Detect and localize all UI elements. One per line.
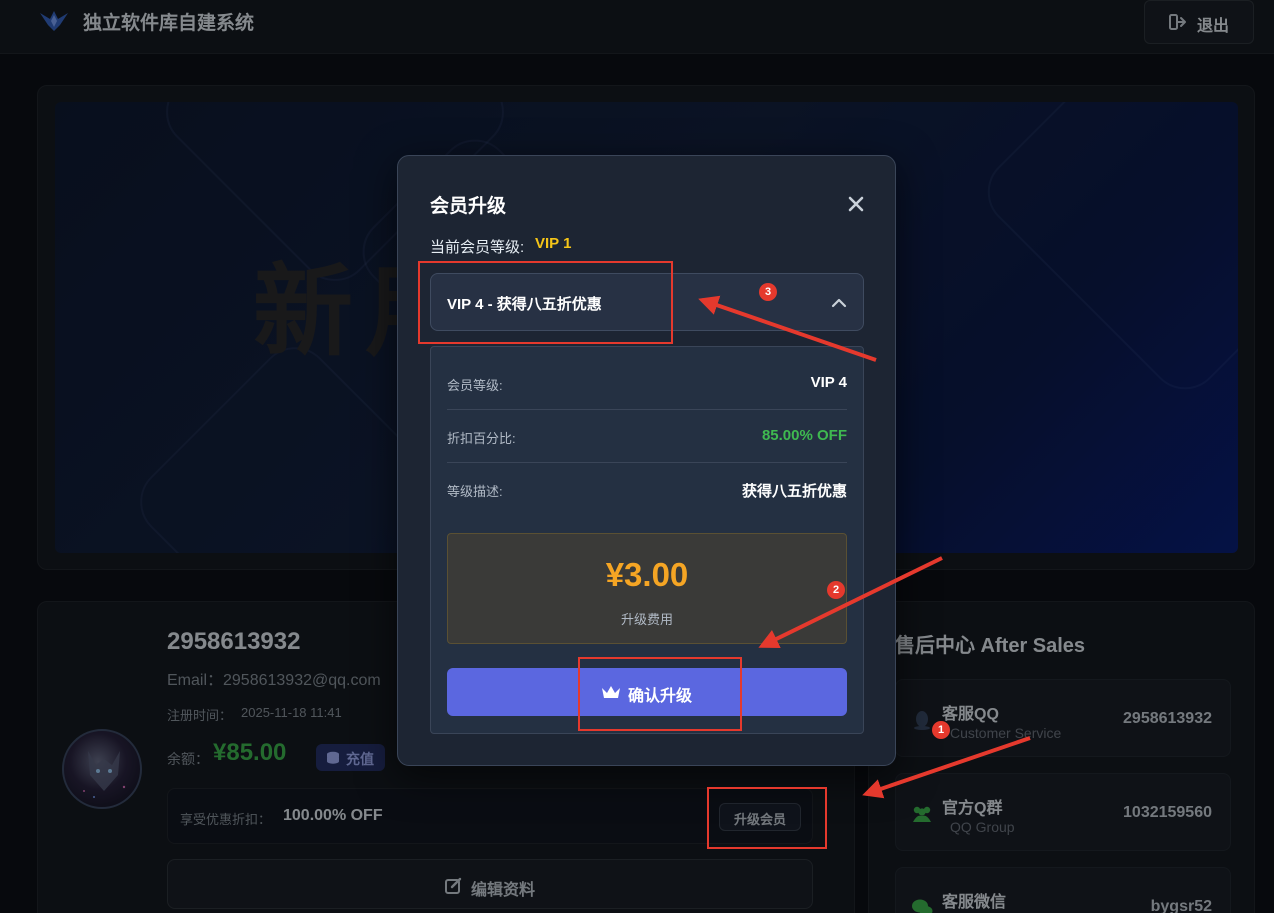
detail-label: 会员等级: [447,378,503,393]
chevron-up-icon [831,298,847,308]
detail-value: 获得八五折优惠 [741,483,847,500]
detail-row-level: 会员等级: VIP 4 [447,357,847,410]
detail-label: 等级描述: [447,484,503,499]
current-level-label: 当前会员等级: [430,239,525,256]
annotation-box-confirm [578,657,742,731]
annotation-marker-2: 2 [827,581,845,599]
annotation-marker-1: 1 [932,721,950,739]
current-level-value: VIP 1 [535,235,572,252]
detail-row-discount: 折扣百分比: 85.00% OFF [447,410,847,463]
close-icon[interactable] [844,192,868,216]
detail-label: 折扣百分比: [447,431,516,446]
modal-title: 会员升级 [430,196,507,217]
detail-value: VIP 4 [810,374,847,391]
upgrade-price-label: 升级费用 [620,612,673,627]
annotation-marker-3: 3 [759,283,777,301]
annotation-box-upgrade [707,787,827,849]
detail-row-description: 等级描述: 获得八五折优惠 [447,463,847,516]
upgrade-price: ¥3.00 [605,556,689,593]
upgrade-price-box: ¥3.00 升级费用 [447,533,847,644]
detail-value: 85.00% OFF [761,427,847,444]
annotation-box-select [418,261,673,344]
